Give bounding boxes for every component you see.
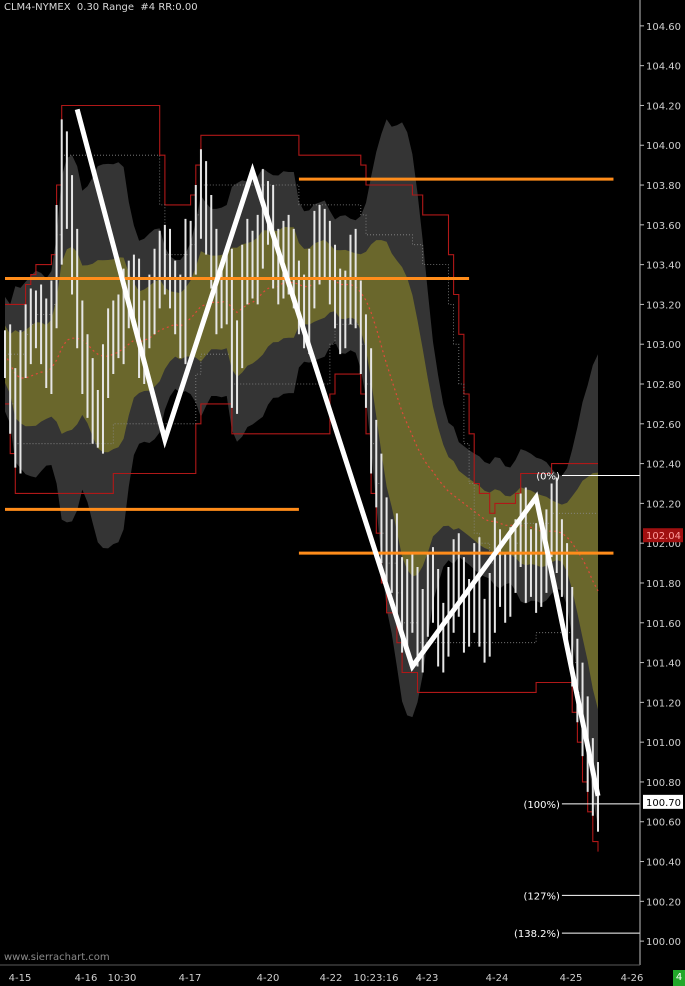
price-tick-label: 102.80 bbox=[646, 380, 681, 391]
last-price-label: 100.70 bbox=[646, 798, 681, 809]
time-tick-label: 10:30 bbox=[108, 973, 137, 984]
watermark: www.sierrachart.com bbox=[4, 952, 110, 963]
price-tick-label: 104.60 bbox=[646, 22, 681, 33]
price-tick-label: 103.40 bbox=[646, 261, 681, 272]
time-axis[interactable]: 4-15 4-16 10:30 4-17 4-20 4-22 10:23:16 4-23 4-2… bbox=[0, 964, 644, 984]
price-tick-label: 100.40 bbox=[646, 858, 681, 869]
price-tick-label: 102.40 bbox=[646, 460, 681, 471]
price-tick-label: 102.60 bbox=[646, 420, 681, 431]
price-tick-label: 100.20 bbox=[646, 897, 681, 908]
rr-label: RR:0.00 bbox=[158, 2, 198, 13]
price-tick-label: 101.00 bbox=[646, 738, 681, 749]
time-tick-label: 4-26 bbox=[621, 973, 644, 984]
price-tick-label: 103.60 bbox=[646, 221, 681, 232]
price-tick-label: 104.20 bbox=[646, 101, 681, 112]
price-tick-label: 101.20 bbox=[646, 698, 681, 709]
outer-band bbox=[5, 119, 598, 828]
chart-header: CLM4-NYMEX 0.30 Range #4 RR:0.00 bbox=[4, 2, 198, 13]
time-tick-label: 4-23 bbox=[416, 973, 439, 984]
time-tick-label: 4-15 bbox=[9, 973, 32, 984]
fib-label: (127%) bbox=[523, 891, 559, 902]
time-tick-label: 4-17 bbox=[179, 973, 202, 984]
symbol-label: CLM4-NYMEX bbox=[4, 2, 71, 13]
bollinger-bands bbox=[4, 119, 599, 828]
price-tick-label: 101.40 bbox=[646, 659, 681, 670]
price-tick-label: 100.80 bbox=[646, 778, 681, 789]
corner-badge[interactable]: 4 bbox=[673, 970, 685, 986]
time-tick-label: 4-22 bbox=[320, 973, 343, 984]
time-tick-label: 4-24 bbox=[486, 973, 509, 984]
time-tick-label: 4-20 bbox=[257, 973, 280, 984]
chart-number-label: #4 bbox=[140, 2, 156, 13]
price-tick-label: 103.20 bbox=[646, 300, 681, 311]
price-chart[interactable]: (0%)(100%)(127%)(138.2%) 104.60104.40104… bbox=[0, 0, 685, 986]
price-axis[interactable]: 104.60 104.40 104.20 104.00 103.80 103.60 103.… bbox=[639, 0, 683, 965]
price-tick-label: 101.80 bbox=[646, 579, 681, 590]
price-tick-label: 100.60 bbox=[646, 818, 681, 829]
price-tick-label: 103.80 bbox=[646, 181, 681, 192]
avg-label: 102.04 bbox=[646, 531, 681, 542]
bar-period-label: 0.30 Range bbox=[76, 2, 135, 13]
price-tick-label: 101.60 bbox=[646, 619, 681, 630]
time-tick-label: 4-16 bbox=[75, 973, 98, 984]
fib-label: (138.2%) bbox=[514, 929, 560, 940]
fib-label: (0%) bbox=[536, 472, 560, 483]
price-tick-label: 102.20 bbox=[646, 499, 681, 510]
fib-label: (100%) bbox=[523, 800, 559, 811]
price-tick-label: 100.00 bbox=[646, 937, 681, 948]
time-tick-label: 4-25 bbox=[560, 973, 583, 984]
price-tick-label: 104.00 bbox=[646, 141, 681, 152]
price-tick-label: 103.00 bbox=[646, 340, 681, 351]
time-tick-label: 10:23:16 bbox=[354, 973, 399, 984]
price-tick-label: 104.40 bbox=[646, 62, 681, 73]
